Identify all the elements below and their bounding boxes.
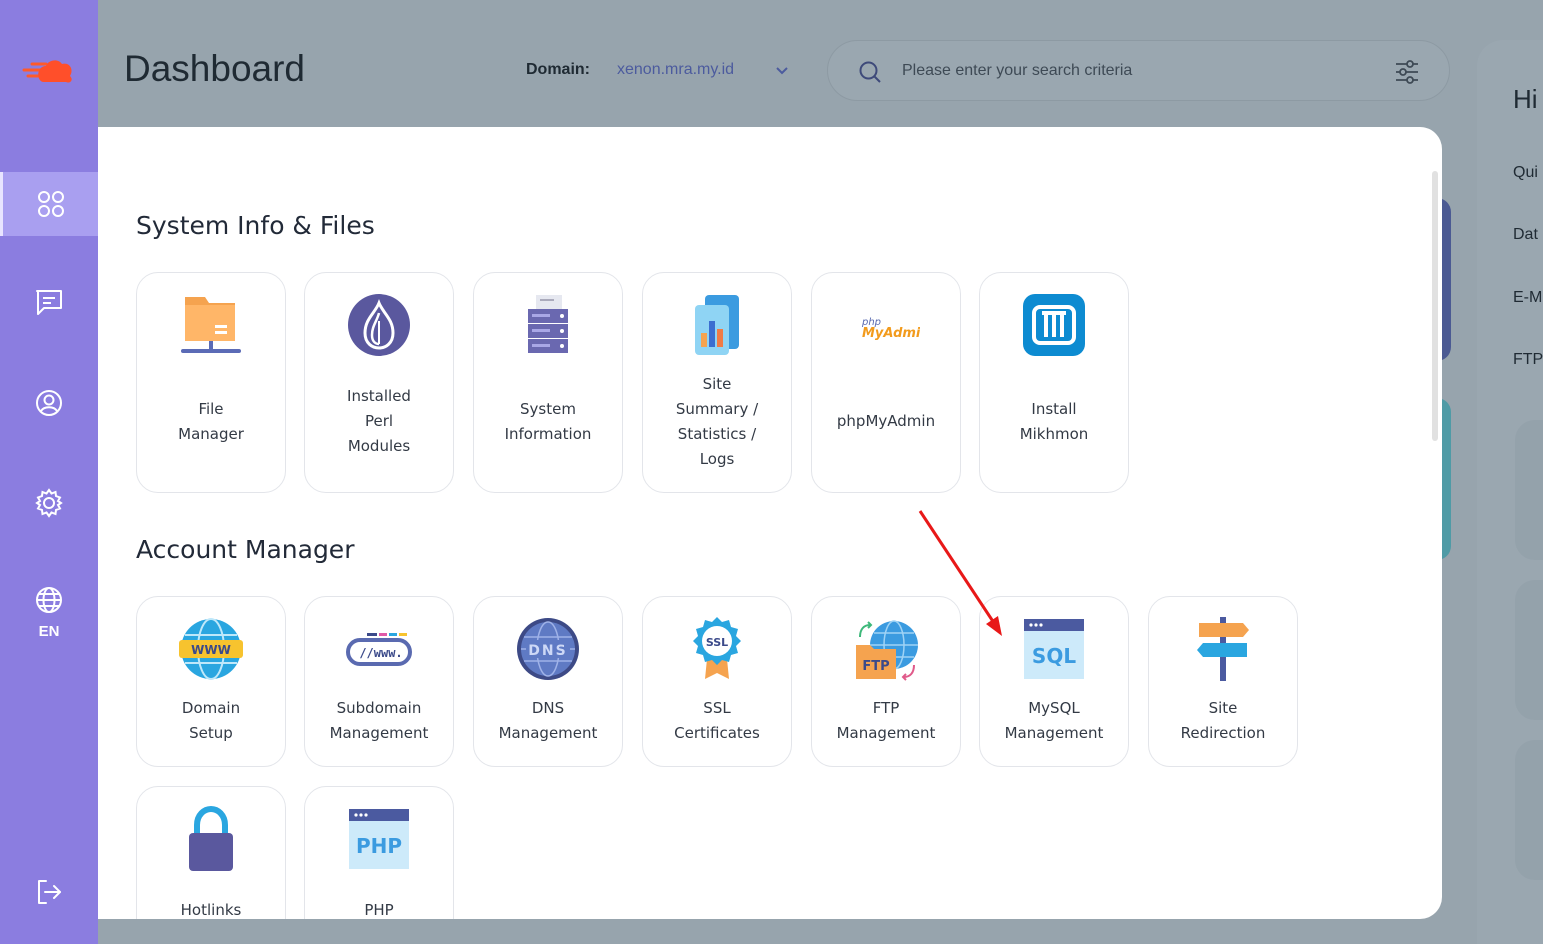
- dns-globe-icon: DNS: [517, 618, 579, 680]
- tile-label: Installed Perl Modules: [347, 387, 411, 455]
- info-row-ftp: FTP: [1513, 351, 1543, 368]
- tile-label: Site Redirection: [1180, 698, 1266, 742]
- tile-label: Domain Setup: [181, 698, 241, 742]
- right-info-panel: Hi Qui Dat E-M FTP: [1477, 40, 1543, 944]
- globe-icon: [36, 587, 62, 613]
- tile-mysql-management[interactable]: SQL MySQL Management: [979, 596, 1129, 767]
- tile-label: Install Mikhmon: [1019, 399, 1089, 443]
- nav-language[interactable]: EN: [0, 585, 98, 665]
- domain-label: Domain:: [526, 61, 590, 78]
- section-title-account-manager: Account Manager: [136, 535, 355, 564]
- filter-sliders-icon[interactable]: [1394, 59, 1420, 85]
- tile-install-mikhmon[interactable]: Install Mikhmon: [979, 272, 1129, 493]
- domain-selector[interactable]: xenon.mra.my.id: [617, 61, 734, 79]
- ssl-badge-icon: SSL: [693, 617, 741, 679]
- tile-label: DNS Management: [498, 698, 598, 742]
- search-icon: [859, 61, 881, 83]
- grid-icon: [37, 191, 64, 217]
- search-bar: [827, 40, 1450, 101]
- tile-label: SSL Certificates: [674, 698, 760, 742]
- nav-logout[interactable]: [0, 860, 98, 924]
- tile-php[interactable]: PHP PHP: [304, 786, 454, 919]
- tile-domain-setup[interactable]: WWW Domain Setup: [136, 596, 286, 767]
- signpost-icon: [1197, 617, 1249, 681]
- svg-text:MyAdmin: MyAdmin: [862, 326, 920, 341]
- language-label: EN: [38, 623, 60, 640]
- folder-network-icon: [181, 297, 241, 353]
- tile-label: Hotlinks: [180, 901, 242, 919]
- svg-text:SQL: SQL: [1032, 644, 1076, 668]
- gear-icon: [35, 488, 63, 518]
- search-input[interactable]: [902, 55, 1372, 87]
- sidebar: EN: [0, 0, 98, 944]
- user-circle-icon: [36, 390, 62, 416]
- tile-file-manager[interactable]: File Manager: [136, 272, 286, 493]
- server-icon: [528, 295, 568, 353]
- padlock-icon: [189, 805, 233, 871]
- tile-label: MySQL Management: [1004, 698, 1104, 742]
- nav-dashboard[interactable]: [0, 172, 98, 236]
- ftp-folder-icon: FTP: [856, 620, 918, 681]
- chevron-down-icon[interactable]: [774, 62, 790, 78]
- php-window-icon: PHP: [349, 809, 409, 869]
- brand-logo-icon[interactable]: [22, 56, 76, 88]
- modal-scrollbar[interactable]: [1432, 171, 1438, 441]
- tile-label: phpMyAdmin: [836, 412, 936, 430]
- tile-installed-perl-modules[interactable]: Installed Perl Modules: [304, 272, 454, 493]
- info-row-data: Dat: [1513, 226, 1538, 243]
- tile-subdomain-management[interactable]: //www. Subdomain Management: [304, 596, 454, 767]
- greeting-text: Hi: [1513, 84, 1538, 114]
- perl-onion-icon: [348, 294, 410, 356]
- nav-messages[interactable]: [0, 270, 98, 334]
- tile-label: Site Summary / Statistics / Logs: [675, 374, 759, 468]
- www-globe-icon: WWW: [179, 618, 243, 680]
- tile-site-summary-statistics-logs[interactable]: Site Summary / Statistics / Logs: [642, 272, 792, 493]
- tile-label: Subdomain Management: [329, 698, 429, 742]
- phpmyadmin-logo-icon: php MyAdmin: [861, 317, 920, 341]
- ghost-card: [1515, 420, 1543, 560]
- svg-text:PHP: PHP: [356, 834, 402, 858]
- features-modal: System Info & Files File Manager Install…: [98, 127, 1442, 919]
- ghost-card: [1515, 580, 1543, 720]
- tile-phpmyadmin[interactable]: php MyAdmin phpMyAdmin: [811, 272, 961, 493]
- svg-text://www.: //www.: [359, 646, 402, 660]
- statistics-chart-icon: [695, 295, 739, 355]
- svg-text:DNS: DNS: [528, 643, 567, 659]
- tile-label: File Manager: [178, 399, 244, 443]
- subdomain-bar-icon: //www.: [346, 633, 412, 666]
- tile-label: PHP: [364, 901, 394, 919]
- info-row-email: E-M: [1513, 289, 1543, 306]
- sql-window-icon: SQL: [1024, 619, 1084, 679]
- tile-ftp-management[interactable]: FTP FTP Management: [811, 596, 961, 767]
- chat-icon: [36, 290, 62, 315]
- svg-text:FTP: FTP: [862, 659, 889, 674]
- tile-system-information[interactable]: System Information: [473, 272, 623, 493]
- nav-settings[interactable]: [0, 471, 98, 535]
- nav-account[interactable]: [0, 371, 98, 435]
- logout-icon: [38, 880, 61, 904]
- ghost-card: [1515, 740, 1543, 880]
- section-title-system-info: System Info & Files: [136, 211, 375, 240]
- tile-hotlinks[interactable]: Hotlinks: [136, 786, 286, 919]
- info-row-quick: Qui: [1513, 164, 1538, 181]
- tile-label: System Information: [504, 399, 592, 443]
- svg-text:SSL: SSL: [706, 636, 728, 649]
- mikhmon-logo-icon: [1023, 294, 1085, 356]
- tile-label: FTP Management: [836, 698, 936, 742]
- tile-site-redirection[interactable]: Site Redirection: [1148, 596, 1298, 767]
- tile-dns-management[interactable]: DNS DNS Management: [473, 596, 623, 767]
- svg-text:WWW: WWW: [191, 643, 231, 657]
- page-title: Dashboard: [124, 48, 306, 89]
- tile-ssl-certificates[interactable]: SSL SSL Certificates: [642, 596, 792, 767]
